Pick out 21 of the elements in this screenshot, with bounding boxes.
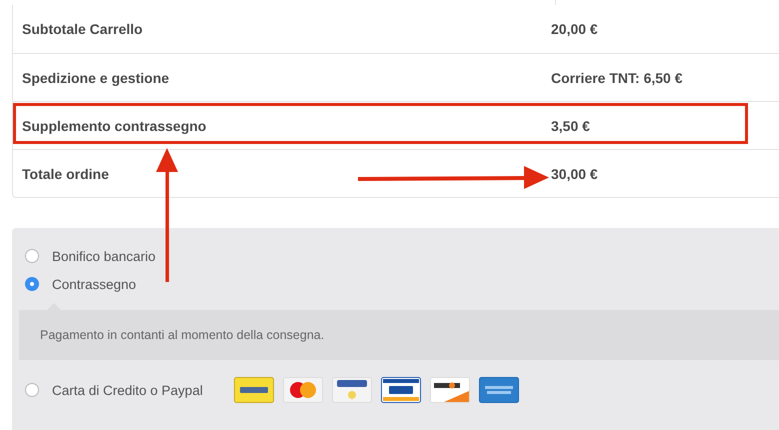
payment-option-label[interactable]: Bonifico bancario	[52, 248, 156, 264]
radio-button[interactable]	[25, 249, 39, 263]
row-value: 3,50 €	[551, 118, 590, 134]
row-value: 20,00 €	[551, 21, 598, 37]
row-value: 30,00 €	[551, 166, 598, 182]
payment-card-icon	[234, 377, 274, 403]
payment-card-icon	[332, 377, 372, 403]
payment-card-icon	[478, 377, 519, 403]
radio-button[interactable]	[25, 383, 39, 397]
payment-option-label[interactable]: Contrassegno	[52, 276, 136, 292]
row-label: Subtotale Carrello	[21, 21, 143, 37]
payment-card-icon	[380, 377, 421, 403]
payment-card-icon	[430, 377, 470, 403]
row-label: Spedizione e gestione	[21, 70, 170, 86]
payment-option-label[interactable]: Carta di Credito o Paypal	[52, 382, 203, 398]
row-label: Supplemento contrassegno	[21, 118, 206, 134]
row-label: Totale ordine	[21, 166, 109, 182]
row-value: Corriere TNT: 6,50 €	[551, 70, 682, 86]
payment-description: Pagamento in contanti al momento della consegna.	[40, 328, 324, 342]
radio-button[interactable]	[25, 277, 39, 291]
payment-card-icon	[282, 377, 323, 403]
